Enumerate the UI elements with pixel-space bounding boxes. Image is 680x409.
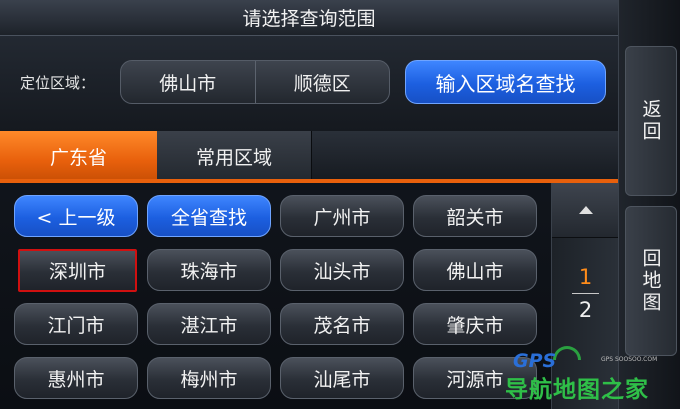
location-district-button[interactable]: 顺德区: [254, 61, 390, 103]
search-area-button[interactable]: 输入区域名查找: [405, 60, 606, 104]
city-button[interactable]: 梅州市: [147, 357, 271, 399]
location-city-button[interactable]: 佛山市: [121, 61, 255, 103]
city-button[interactable]: 肇庆市: [413, 303, 537, 345]
city-button-selected[interactable]: 深圳市: [18, 249, 137, 292]
watermark-text: 导航地图之家: [505, 377, 649, 403]
location-selector: 佛山市 顺德区: [120, 60, 390, 104]
page-divider: [572, 293, 599, 294]
tab-province[interactable]: 广东省: [0, 131, 157, 181]
city-button[interactable]: 汕头市: [280, 249, 404, 291]
location-row: 定位区域： 佛山市 顺德区 输入区域名查找: [0, 36, 618, 131]
watermark-logo: GPS: [513, 350, 557, 372]
page-up-button[interactable]: [552, 183, 619, 238]
city-button[interactable]: 江门市: [14, 303, 138, 345]
tab-bar: 广东省 常用区域: [0, 131, 618, 181]
city-button[interactable]: 湛江市: [147, 303, 271, 345]
page-title: 请选择查询范围: [0, 0, 618, 36]
back-button[interactable]: 返回: [625, 46, 677, 196]
back-level-button[interactable]: < 上一级: [14, 195, 138, 237]
watermark-url: GPS SOOSOO.COM: [601, 356, 658, 363]
triangle-up-icon: [578, 206, 593, 214]
watermark: GPS GPS SOOSOO.COM 导航地图之家: [505, 344, 680, 409]
city-button[interactable]: 珠海市: [147, 249, 271, 291]
city-button[interactable]: 韶关市: [413, 195, 537, 237]
location-label: 定位区域：: [20, 74, 96, 92]
city-button[interactable]: 广州市: [280, 195, 404, 237]
city-button[interactable]: 佛山市: [413, 249, 537, 291]
page-total: 2: [578, 298, 593, 322]
city-button[interactable]: 惠州市: [14, 357, 138, 399]
city-button[interactable]: 汕尾市: [280, 357, 404, 399]
city-button[interactable]: 茂名市: [280, 303, 404, 345]
logo-arc-icon: [553, 346, 581, 360]
city-grid: < 上一级 全省查找 广州市 韶关市 深圳市 珠海市 汕头市 佛山市 江门市 湛…: [0, 183, 550, 409]
search-province-button[interactable]: 全省查找: [147, 195, 271, 237]
return-map-button[interactable]: 回地图: [625, 206, 677, 356]
page-current: 1: [578, 265, 593, 289]
tab-favorite-areas[interactable]: 常用区域: [157, 131, 312, 181]
